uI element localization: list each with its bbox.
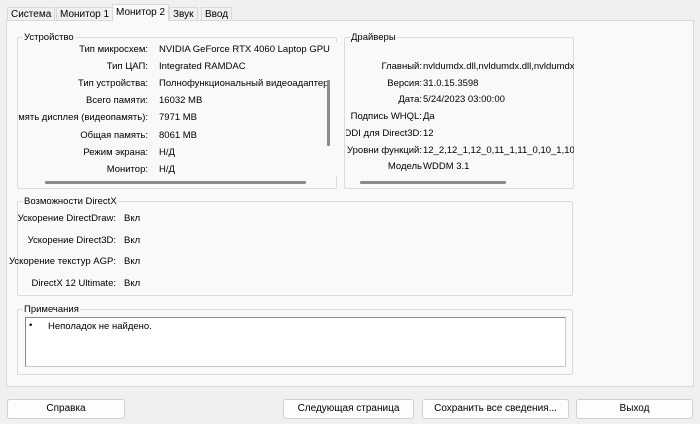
device-row-value: Integrated RAMDAC — [159, 61, 246, 73]
device-row-label: Монитор: — [106, 163, 148, 175]
driver-row-value: 12_2,12_1,12_0,11_1,11_0,10_1,10_0 — [423, 144, 574, 156]
drivers-horizontal-scrollbar[interactable] — [360, 181, 506, 184]
device-row-label: Тип ЦАП: — [106, 61, 148, 73]
driver-row-value: 12 — [423, 127, 434, 139]
tab-monitor-1[interactable]: Монитор 1 — [56, 7, 114, 21]
notes-group-title: Примечания — [23, 304, 80, 315]
notes-textbox[interactable]: • Неполадок не найдено. — [25, 317, 566, 367]
directx-row-label: Ускорение DirectDraw: — [17, 213, 116, 224]
device-row-value: 7971 MB — [159, 112, 198, 124]
tab-input[interactable]: Ввод — [201, 7, 233, 21]
driver-row-label: Версия: — [387, 77, 422, 89]
driver-row-label: Главный: — [381, 61, 422, 72]
device-scroll-area: Тип микросхем: NVIDIA GeForce RTX 4060 La… — [19, 42, 337, 176]
tab-sound[interactable]: Звук — [169, 7, 198, 21]
exit-button[interactable]: Выход — [576, 399, 693, 419]
driver-row-value: nvldumdx.dll,nvldumdx.dll,nvldumdx.dll,n… — [423, 61, 574, 72]
directx-row-value: Вкл — [124, 234, 141, 246]
driver-row-label: Модель — [387, 161, 422, 173]
device-row-label: Тип устройства: — [77, 78, 148, 90]
driver-row-label: Подпись WHQL: — [350, 111, 422, 123]
device-row-label: Общая память: — [80, 129, 148, 141]
save-all-info-button[interactable]: Сохранить все сведения... — [422, 399, 569, 419]
next-page-button[interactable]: Следующая страница — [283, 399, 414, 419]
notes-group: Примечания • Неполадок не найдено. — [17, 304, 573, 375]
bullet-icon: • — [29, 320, 33, 331]
driver-row-label: Уровни функций: — [347, 144, 422, 156]
device-row-value: Н/Д — [159, 163, 175, 175]
tab-system[interactable]: Система — [7, 7, 56, 21]
device-row-label: Память дисплея (видеопамять): — [19, 112, 148, 124]
driver-row-value: Да — [423, 111, 435, 123]
device-row-value: Полнофункциональный видеоадаптер — [159, 78, 329, 90]
drivers-scroll-area: Главный: nvldumdx.dll,nvldumdx.dll,nvldum… — [346, 42, 574, 178]
directx-row-label: Ускорение Direct3D: — [27, 234, 116, 246]
device-row-label: Тип микросхем: — [79, 44, 148, 55]
help-button[interactable]: Справка — [7, 399, 125, 419]
directx-row-value: Вкл — [124, 213, 141, 224]
device-horizontal-scrollbar[interactable] — [45, 181, 306, 184]
note-item: Неполадок не найдено. — [48, 321, 152, 332]
directx-row-value: Вкл — [124, 277, 141, 289]
directx-group: Возможности DirectX Ускорение DirectDraw… — [9, 196, 573, 296]
device-row-value: 8061 MB — [159, 129, 198, 141]
directx-row-value: Вкл — [124, 256, 141, 267]
device-row-value: NVIDIA GeForce RTX 4060 Laptop GPU — [159, 44, 330, 55]
driver-row-label: Дата: — [398, 94, 422, 106]
device-row-value: Н/Д — [159, 146, 175, 158]
device-group: Устройство Тип микросхем: NVIDIA GeForce … — [17, 32, 337, 189]
device-row-label: Всего памяти: — [86, 95, 148, 107]
tab-monitor-2[interactable]: Монитор 2 — [112, 4, 170, 21]
device-row-value: 16032 MB — [159, 95, 203, 107]
directx-row-label: DirectX 12 Ultimate: — [31, 277, 116, 289]
directx-row-label: Ускорение текстур AGP: — [8, 256, 116, 267]
driver-row-value: WDDM 3.1 — [423, 161, 470, 173]
driver-row-value: 31.0.15.3598 — [423, 77, 479, 89]
device-row-label: Режим экрана: — [83, 146, 148, 158]
driver-row-value: 5/24/2023 03:00:00 — [423, 94, 505, 106]
device-vertical-scrollbar[interactable] — [327, 80, 330, 146]
driver-row-label: DDI для Direct3D: — [346, 127, 422, 139]
drivers-group: Драйверы Главный: nvldumdx.dll,nvldumdx.d… — [344, 32, 574, 189]
